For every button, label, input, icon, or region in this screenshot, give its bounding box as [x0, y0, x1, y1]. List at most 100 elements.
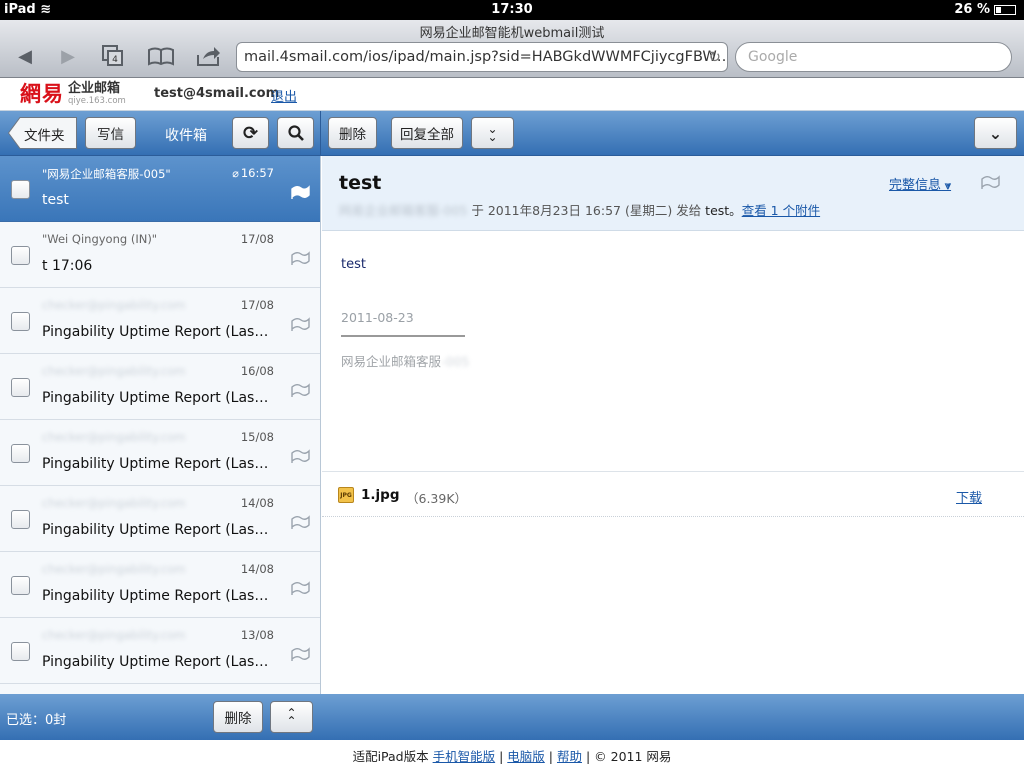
bulk-delete-button[interactable]: 删除	[213, 701, 263, 733]
message-meta: 网易企业邮箱客服-005 于 2011年8月23日 16:57 (星期二) 发给…	[339, 200, 820, 219]
row-subject: Pingability Uptime Report (Last 8 hours)	[42, 522, 270, 538]
share-icon[interactable]	[193, 44, 223, 68]
row-sender: checker@pingability.com	[42, 628, 186, 642]
message-row[interactable]: "网易企业邮箱客服-005" ⌀ 16:57 test	[0, 156, 320, 222]
message-subject: test	[339, 172, 382, 194]
message-list: "网易企业邮箱客服-005" ⌀ 16:57 test "Wei Qingyong…	[0, 156, 321, 694]
tabs-icon: 4	[102, 45, 123, 66]
more-actions-button[interactable]: ⌄ ⌄	[471, 117, 514, 149]
forward-arrow-icon[interactable]: ▶	[53, 44, 83, 68]
flag-icon[interactable]	[290, 249, 310, 267]
chevron-down-icon: ⌄	[988, 123, 1003, 143]
row-checkbox[interactable]	[11, 246, 30, 265]
mobile-version-link[interactable]: 手机智能版	[433, 749, 496, 764]
row-date: 15/08	[240, 430, 274, 444]
svg-text:4: 4	[112, 55, 118, 65]
row-date: 13/08	[240, 628, 274, 642]
selected-count: 已选：0封	[6, 713, 67, 728]
folders-button[interactable]: 文件夹	[8, 117, 77, 149]
flag-icon[interactable]	[290, 513, 310, 531]
row-sender: checker@pingability.com	[42, 430, 186, 444]
bookmarks-icon[interactable]	[146, 44, 176, 68]
attachment-icon: ⌀	[232, 167, 239, 180]
search-icon	[287, 125, 304, 141]
row-date: 14/08	[240, 562, 274, 576]
row-checkbox[interactable]	[11, 576, 30, 595]
list-bottom-bar: 已选：0封 删除 ⌃ ⌃	[0, 694, 321, 740]
list-toolbar: 文件夹 写信 收件箱 ⟳	[0, 111, 321, 156]
row-sender: checker@pingability.com	[42, 364, 186, 378]
message-row[interactable]: checker@pingability.com 16/08 Pingabilit…	[0, 354, 320, 420]
flag-icon[interactable]	[290, 447, 310, 465]
double-chevron-down-icon: ⌄ ⌄	[487, 122, 498, 144]
row-date: 16/08	[240, 364, 274, 378]
message-body: test 2011-08-23 网易企业邮箱客服-005	[322, 231, 1024, 471]
compose-button[interactable]: 写信	[85, 117, 136, 149]
row-date: 14/08	[240, 496, 274, 510]
logout-link[interactable]: 退出	[271, 86, 297, 105]
user-email: test@4smail.com	[154, 86, 280, 101]
row-checkbox[interactable]	[11, 642, 30, 661]
double-chevron-down-icon: ⩔	[941, 179, 952, 192]
message-row[interactable]: checker@pingability.com 13/08 Pingabilit…	[0, 618, 320, 684]
message-header: test 网易企业邮箱客服-005 于 2011年8月23日 16:57 (星期…	[322, 156, 1024, 231]
row-checkbox[interactable]	[11, 378, 30, 397]
refresh-button[interactable]: ⟳	[232, 117, 269, 149]
tabs-button[interactable]: 4	[98, 44, 128, 68]
message-row[interactable]: checker@pingability.com 14/08 Pingabilit…	[0, 552, 320, 618]
row-checkbox[interactable]	[11, 312, 30, 331]
row-sender: checker@pingability.com	[42, 562, 186, 576]
address-bar[interactable]: mail.4smail.com/ios/ipad/main.jsp?sid=HA…	[236, 42, 728, 72]
flag-icon[interactable]	[290, 381, 310, 399]
row-date: 16:57	[240, 166, 274, 180]
row-date: 17/08	[240, 232, 274, 246]
double-chevron-up-icon: ⌃ ⌃	[286, 706, 297, 728]
row-subject: Pingability Uptime Report (Last 24 hours…	[42, 390, 270, 406]
row-checkbox[interactable]	[11, 180, 30, 199]
scroll-top-button[interactable]: ⌃ ⌃	[270, 701, 313, 733]
attachment-name: 1.jpg	[361, 487, 400, 503]
body-date: 2011-08-23	[341, 310, 414, 325]
signature: 网易企业邮箱客服-005	[341, 354, 470, 369]
flag-icon[interactable]	[290, 645, 310, 663]
message-row[interactable]: checker@pingability.com 17/08 Pingabilit…	[0, 288, 320, 354]
message-recipient: test。	[705, 203, 742, 218]
browser-toolbar: 网易企业邮智能机webmail测试 ◀ ▶ 4 mail.4smail.com/…	[0, 20, 1024, 78]
signature-divider	[341, 335, 465, 337]
battery-status: 26 %	[954, 2, 1016, 17]
message-row[interactable]: checker@pingability.com 15/08 Pingabilit…	[0, 420, 320, 486]
download-link[interactable]: 下载	[956, 487, 982, 506]
desktop-version-link[interactable]: 电脑版	[507, 749, 545, 764]
attachment-size: （6.39K）	[406, 491, 468, 506]
clock: 17:30	[491, 2, 533, 17]
expand-button[interactable]: ⌄	[974, 117, 1017, 149]
reader-bottom-bar	[321, 694, 1024, 740]
help-link[interactable]: 帮助	[557, 749, 582, 764]
jpg-file-icon: JPG	[338, 487, 354, 503]
row-sender: checker@pingability.com	[42, 298, 186, 312]
row-checkbox[interactable]	[11, 510, 30, 529]
message-row[interactable]: checker@pingability.com 14/08 Pingabilit…	[0, 486, 320, 552]
search-button[interactable]	[277, 117, 314, 149]
view-attachments-link[interactable]: 查看 1 个附件	[742, 203, 820, 218]
row-checkbox[interactable]	[11, 444, 30, 463]
row-sender: "Wei Qingyong (IN)"	[42, 232, 158, 246]
battery-icon	[994, 4, 1016, 15]
app-header: 網易 企业邮箱 qiye.163.com test@4smail.com 退出	[0, 78, 1024, 111]
message-row[interactable]: "Wei Qingyong (IN)" 17/08 t 17:06	[0, 222, 320, 288]
netease-logo: 網易 企业邮箱 qiye.163.com	[20, 81, 126, 107]
back-arrow-icon[interactable]: ◀	[10, 44, 40, 68]
reload-icon[interactable]: ↻	[708, 48, 721, 66]
folder-title: 收件箱	[165, 128, 207, 144]
browser-page-title: 网易企业邮智能机webmail测试	[419, 26, 605, 41]
reply-all-button[interactable]: 回复全部	[391, 117, 463, 149]
flag-icon[interactable]	[290, 315, 310, 333]
delete-button[interactable]: 删除	[328, 117, 377, 149]
search-input[interactable]: Google	[735, 42, 1012, 72]
flag-icon[interactable]	[290, 579, 310, 597]
flag-icon[interactable]	[290, 183, 310, 201]
full-info-link[interactable]: 完整信息 ⩔	[889, 174, 951, 193]
message-toolbar: 删除 回复全部 ⌄ ⌄ ⌄	[321, 111, 1024, 156]
refresh-icon: ⟳	[242, 122, 259, 144]
flag-icon[interactable]	[980, 173, 1000, 191]
